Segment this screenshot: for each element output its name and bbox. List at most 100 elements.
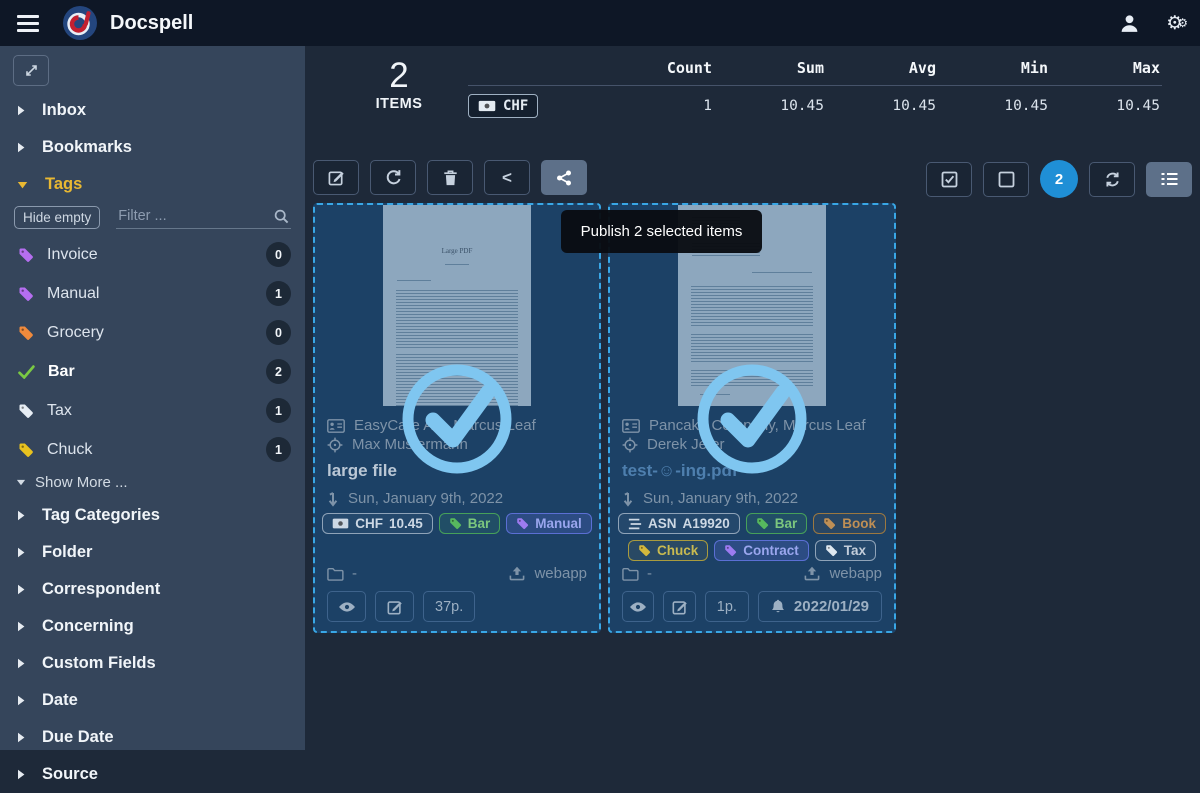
sidebar-section-tags[interactable]: Tags bbox=[0, 166, 305, 203]
tag-badge-bar[interactable]: Bar bbox=[746, 513, 808, 534]
share-nodes-icon bbox=[556, 170, 572, 186]
chevron-right-icon bbox=[17, 547, 25, 558]
crosshairs-icon bbox=[622, 437, 638, 453]
tag-icon bbox=[825, 544, 838, 557]
tag-badge-label: Bar bbox=[775, 516, 798, 531]
refresh-button[interactable] bbox=[1089, 162, 1135, 197]
tag-icon bbox=[756, 517, 769, 530]
sidebar-item-label: Inbox bbox=[42, 101, 86, 120]
sidebar-item-tag-categories[interactable]: Tag Categories bbox=[0, 497, 305, 534]
list-view-toggle-button[interactable] bbox=[1146, 162, 1192, 197]
show-more-label: Show More ... bbox=[35, 474, 128, 491]
sidebar-item-correspondent[interactable]: Correspondent bbox=[0, 571, 305, 608]
expand-sidebar-button[interactable] bbox=[13, 55, 49, 86]
restore-button[interactable] bbox=[370, 160, 416, 195]
tag-badge-tax[interactable]: Tax bbox=[815, 540, 876, 561]
publish-tooltip: Publish 2 selected items bbox=[561, 210, 762, 253]
amount-badge: CHF 10.45 bbox=[322, 513, 433, 534]
eye-icon bbox=[338, 601, 356, 613]
tag-item-bar-selected[interactable]: Bar 2 bbox=[0, 352, 305, 391]
stat-avg: 10.45 bbox=[824, 98, 936, 114]
edit-selected-button[interactable] bbox=[313, 160, 359, 195]
tag-badge-label: Bar bbox=[468, 516, 491, 531]
item-date-line: Sun, January 9th, 2022 bbox=[622, 490, 882, 507]
edit-icon bbox=[328, 169, 345, 186]
docspell-logo[interactable] bbox=[62, 5, 98, 41]
sidebar-item-folder[interactable]: Folder bbox=[0, 534, 305, 571]
items-count: 2 ITEMS bbox=[367, 56, 431, 112]
sidebar-item-custom-fields[interactable]: Custom Fields bbox=[0, 645, 305, 682]
deselect-all-button[interactable] bbox=[983, 162, 1029, 197]
list-icon bbox=[1161, 172, 1178, 186]
sidebar-item-label: Custom Fields bbox=[42, 654, 156, 673]
stats-header-row: Count Sum Avg Min Max bbox=[468, 54, 1162, 82]
sidebar-item-bookmarks[interactable]: Bookmarks bbox=[0, 129, 305, 166]
item-title[interactable]: large file bbox=[327, 461, 587, 481]
edit-item-button[interactable] bbox=[663, 591, 695, 622]
tag-badge-manual[interactable]: Manual bbox=[506, 513, 592, 534]
chevron-right-icon bbox=[17, 769, 25, 780]
asn-badge: ASN A19920 bbox=[618, 513, 740, 534]
toolbar: < 2 bbox=[313, 160, 1192, 198]
stats-col-max: Max bbox=[1048, 59, 1160, 77]
sidebar-item-due-date[interactable]: Due Date bbox=[0, 719, 305, 756]
tag-count-badge: 2 bbox=[266, 359, 291, 384]
tag-filter-input[interactable] bbox=[116, 205, 291, 229]
tag-item-invoice[interactable]: Invoice 0 bbox=[0, 235, 305, 274]
stats-divider bbox=[468, 85, 1162, 86]
item-card-test-ing-pdf[interactable]: Pancake Company, Marcus Leaf Derek Jeter… bbox=[608, 203, 896, 633]
sidebar-item-concerning[interactable]: Concerning bbox=[0, 608, 305, 645]
select-all-button[interactable] bbox=[926, 162, 972, 197]
stats-col-count: Count bbox=[600, 59, 712, 77]
sidebar-item-inbox[interactable]: Inbox bbox=[0, 92, 305, 129]
tag-item-manual[interactable]: Manual 1 bbox=[0, 274, 305, 313]
edit-item-button[interactable] bbox=[375, 591, 414, 622]
tag-label: Grocery bbox=[47, 324, 104, 342]
item-title[interactable]: test-☺-ing.pdf bbox=[622, 461, 882, 481]
preview-heading: Large PDF bbox=[383, 205, 531, 255]
preview-eye-button[interactable] bbox=[622, 591, 654, 622]
correspondent-line: EasyCare AG, Marcus Leaf bbox=[327, 417, 587, 434]
asn-label: ASN bbox=[648, 516, 677, 531]
money-icon bbox=[332, 518, 349, 529]
delete-button[interactable] bbox=[427, 160, 473, 195]
concerning-text: Max Mustermann bbox=[352, 436, 468, 453]
tag-badge-book[interactable]: Book bbox=[813, 513, 886, 534]
app-title: Docspell bbox=[110, 12, 193, 35]
chevron-down-icon bbox=[16, 479, 26, 486]
arrow-down-icon bbox=[327, 491, 339, 507]
tag-badge-chuck[interactable]: Chuck bbox=[628, 540, 708, 561]
tag-item-grocery[interactable]: Grocery 0 bbox=[0, 313, 305, 352]
tag-icon bbox=[18, 442, 34, 458]
share-publish-button[interactable] bbox=[541, 160, 587, 195]
address-card-icon bbox=[327, 419, 345, 433]
show-more-tags[interactable]: Show More ... bbox=[0, 469, 305, 497]
menu-icon[interactable] bbox=[8, 5, 48, 41]
sidebar-item-source[interactable]: Source bbox=[0, 756, 305, 793]
chevron-right-icon bbox=[17, 142, 25, 153]
preview-eye-button[interactable] bbox=[327, 591, 366, 622]
tag-icon bbox=[18, 247, 34, 263]
settings-gears-icon[interactable]: ⚙⚙ bbox=[1166, 12, 1182, 35]
stat-max: 10.45 bbox=[1048, 98, 1160, 114]
hide-empty-button[interactable]: Hide empty bbox=[14, 206, 100, 229]
user-account-icon[interactable] bbox=[1119, 13, 1140, 34]
sidebar-item-date[interactable]: Date bbox=[0, 682, 305, 719]
item-card-large-file[interactable]: Large PDF EasyCare AG, Marcus Leaf bbox=[313, 203, 601, 633]
address-card-icon bbox=[622, 419, 640, 433]
tag-badge-contract[interactable]: Contract bbox=[714, 540, 809, 561]
tag-icon bbox=[18, 286, 34, 302]
crosshairs-icon bbox=[327, 437, 343, 453]
merge-button[interactable]: < bbox=[484, 160, 530, 195]
chevron-right-icon bbox=[17, 105, 25, 116]
tag-badge-bar[interactable]: Bar bbox=[439, 513, 501, 534]
tags-header-label: Tags bbox=[45, 175, 82, 194]
tag-item-chuck[interactable]: Chuck 1 bbox=[0, 430, 305, 469]
currency-chf-badge[interactable]: CHF bbox=[468, 94, 538, 118]
chevron-right-icon bbox=[17, 510, 25, 521]
source-value: webapp bbox=[829, 565, 882, 582]
tag-badge-label: Chuck bbox=[657, 543, 698, 558]
tag-item-tax[interactable]: Tax 1 bbox=[0, 391, 305, 430]
money-icon bbox=[478, 100, 496, 112]
check-icon bbox=[18, 365, 35, 379]
